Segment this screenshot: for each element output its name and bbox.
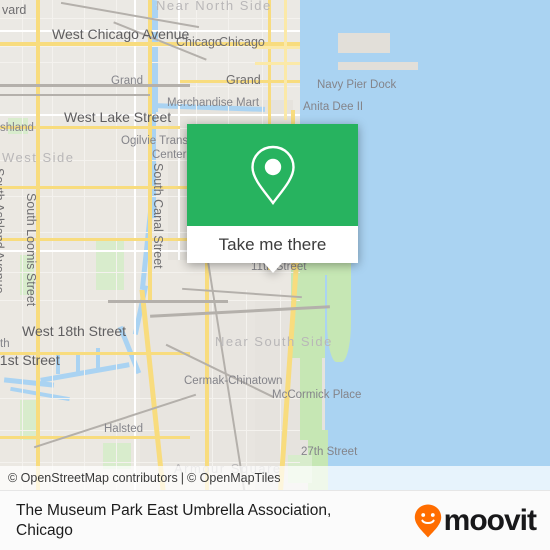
road-cermak xyxy=(0,352,190,355)
street-grid-v-9 xyxy=(246,290,247,490)
rail-yard-line xyxy=(0,94,150,96)
map-page: vard West Chicago Avenue Near North Side Ch… xyxy=(0,0,550,550)
street-grid-v-4 xyxy=(116,0,117,490)
page-footer: The Museum Park East Umbrella Associatio… xyxy=(0,490,550,550)
road-grand-avenue xyxy=(180,80,300,83)
take-me-there-label: Take me there xyxy=(218,234,327,254)
street-grid-v-2 xyxy=(52,0,53,490)
road-18th-street xyxy=(0,238,200,241)
popup-pointer-tail xyxy=(263,263,282,273)
popup-image-panel xyxy=(187,124,358,226)
street-grid-h-12 xyxy=(0,430,300,431)
attribution-separator: | xyxy=(180,471,184,485)
expressway-ryan xyxy=(108,300,228,303)
take-me-there-button[interactable]: Take me there xyxy=(187,226,358,263)
moovit-wordmark: moovit xyxy=(443,503,537,537)
road-31st xyxy=(0,436,190,439)
street-grid-v-8 xyxy=(212,290,213,490)
moovit-logo[interactable]: moovit xyxy=(413,503,537,539)
street-grid-v-3 xyxy=(84,0,85,490)
road-halsted-st xyxy=(148,0,152,300)
street-grid-v-1 xyxy=(22,0,23,490)
map-attribution-bar: © OpenStreetMap contributors | © OpenMap… xyxy=(0,466,550,490)
road-lake-street xyxy=(0,126,180,129)
street-grid-h-13 xyxy=(0,462,300,463)
river-slip-4 xyxy=(96,348,100,368)
road-roosevelt xyxy=(0,186,200,189)
northerly-island-park xyxy=(327,262,351,362)
river-slip-2 xyxy=(56,352,60,374)
road-grand-ne xyxy=(255,46,300,49)
road-ashland-ave xyxy=(36,0,40,490)
map-canvas[interactable]: vard West Chicago Avenue Near North Side Ch… xyxy=(0,0,550,490)
navy-pier-walk xyxy=(338,62,418,70)
road-minor-v-2 xyxy=(178,0,180,260)
park-small-west xyxy=(96,240,124,290)
road-ne-vertical xyxy=(284,0,287,120)
map-pin-icon xyxy=(250,145,295,206)
moovit-smiley-pin-icon xyxy=(414,504,441,537)
location-popup[interactable]: Take me there xyxy=(187,124,358,273)
attribution-osm[interactable]: © OpenStreetMap contributors xyxy=(8,471,178,485)
lakefront-park-strip xyxy=(300,350,322,440)
river-slip-3 xyxy=(76,352,80,372)
navy-pier-structure xyxy=(338,33,390,53)
page-title: The Museum Park East Umbrella Associatio… xyxy=(16,501,332,539)
expressway-eisenhower xyxy=(0,84,190,87)
road-minor-v-1 xyxy=(134,0,136,490)
attribution-tiles[interactable]: © OpenMapTiles xyxy=(187,471,281,485)
road-illinois xyxy=(255,62,300,65)
